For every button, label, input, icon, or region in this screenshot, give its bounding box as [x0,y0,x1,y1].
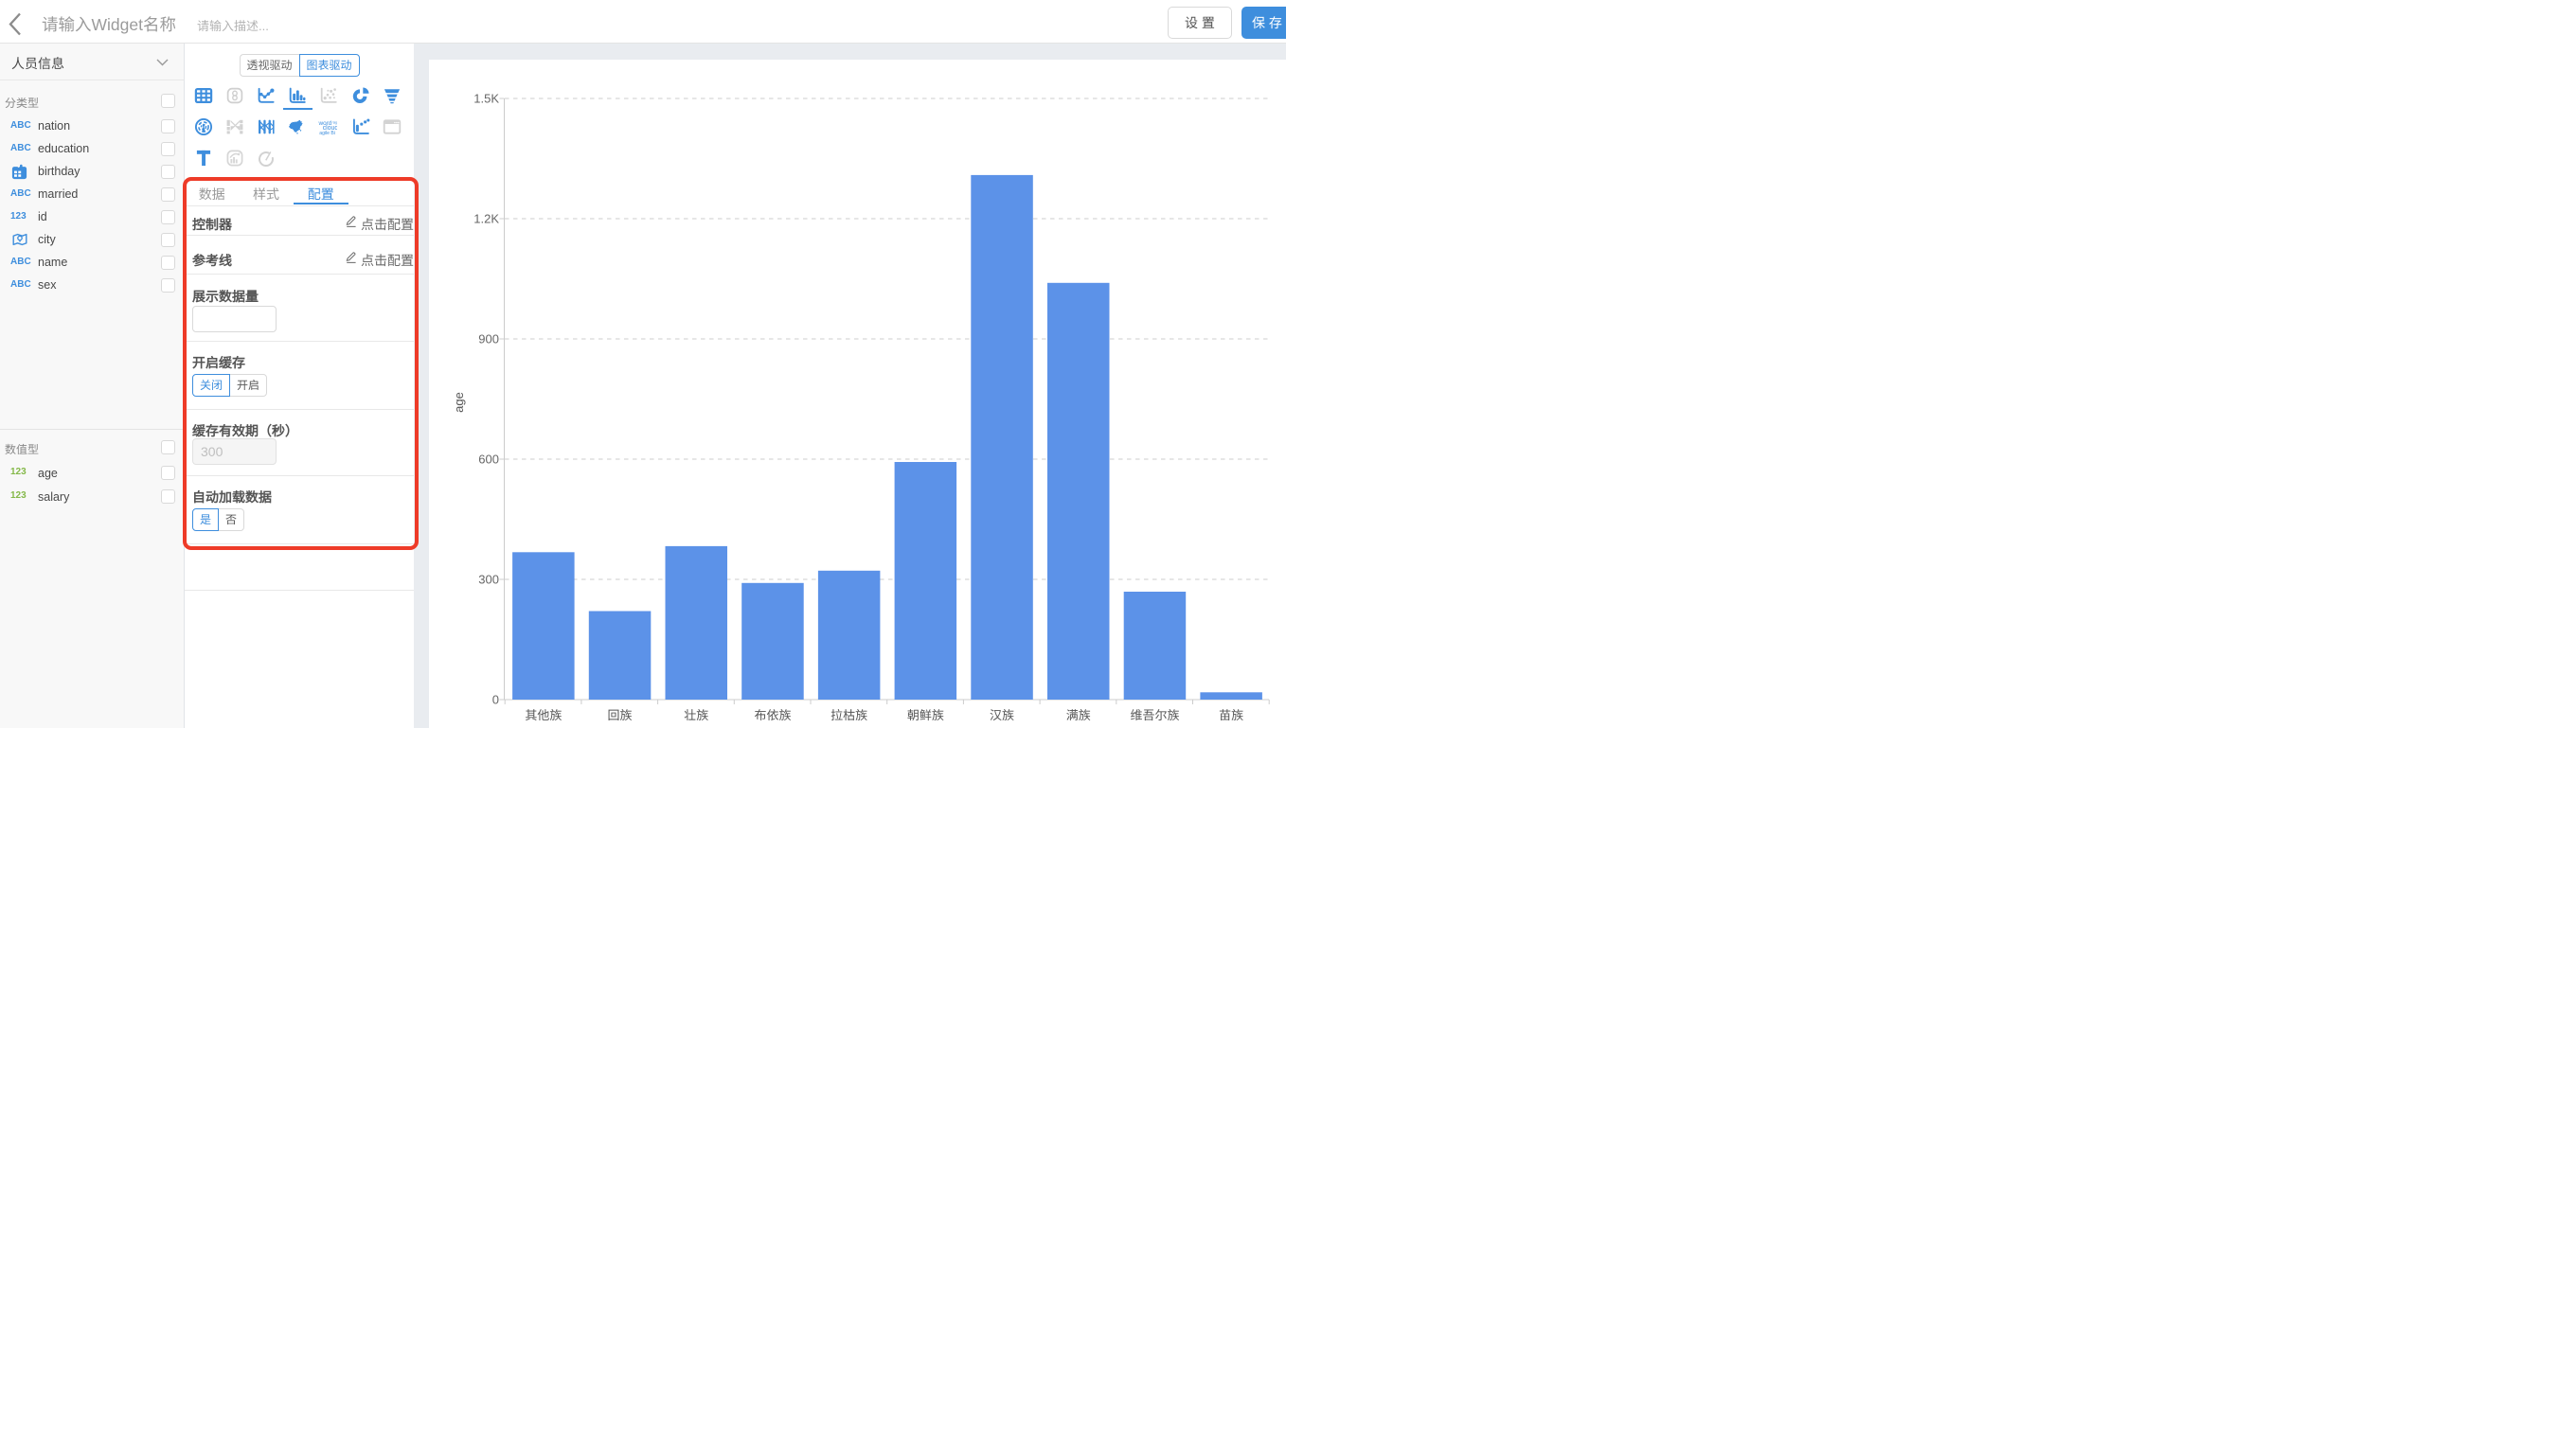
svg-text:回族: 回族 [608,708,633,722]
svg-text:900: 900 [478,332,499,346]
svg-text:其他族: 其他族 [525,708,562,722]
svg-text:age: age [452,392,466,413]
svg-text:苗族: 苗族 [1219,708,1243,722]
svg-text:布依族: 布依族 [754,708,791,722]
svg-text:朝鲜族: 朝鲜族 [907,708,944,722]
svg-text:维吾尔族: 维吾尔族 [1130,708,1179,722]
svg-text:0: 0 [492,693,499,707]
svg-text:agile Bi: agile Bi [320,131,336,136]
svg-text:拉枯族: 拉枯族 [831,708,867,722]
svg-text:满族: 满族 [1066,708,1091,722]
svg-text:300: 300 [478,573,499,587]
svg-text:壮族: 壮族 [684,708,708,722]
svg-text:1.2K: 1.2K [473,212,499,226]
svg-text:1.5K: 1.5K [473,92,499,106]
svg-text:600: 600 [478,453,499,467]
svg-text:汉族: 汉族 [990,708,1014,722]
svg-text:tag: tag [333,120,338,124]
